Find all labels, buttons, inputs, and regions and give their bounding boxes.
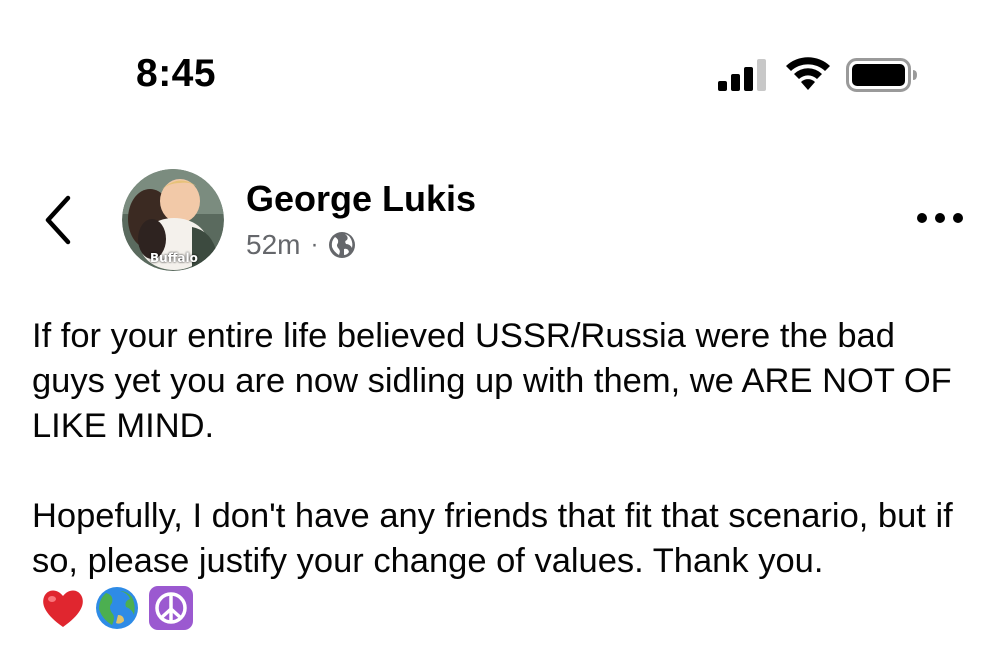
post-paragraph-2: Hopefully, I don't have any friends that…	[32, 494, 972, 631]
status-time: 8:45	[136, 52, 217, 95]
globe-earth-emoji	[96, 586, 138, 629]
post-paragraph-2-text: Hopefully, I don't have any friends that…	[32, 497, 953, 580]
post-meta: 52m ·	[246, 228, 356, 262]
post-paragraph-1: If for your entire life believed USSR/Ru…	[32, 317, 952, 445]
cellular-signal-icon	[718, 59, 766, 91]
battery-icon	[846, 58, 917, 92]
wifi-icon	[786, 57, 830, 90]
red-heart-emoji	[43, 590, 83, 627]
avatar[interactable]: Buffalo	[122, 169, 224, 271]
back-button[interactable]	[38, 192, 82, 248]
author-name[interactable]: George Lukis	[246, 178, 476, 220]
post-body: If for your entire life believed USSR/Ru…	[32, 314, 972, 631]
post-timestamp[interactable]: 52m	[246, 228, 300, 262]
avatar-badge: Buffalo	[150, 251, 198, 265]
globe-icon[interactable]	[328, 231, 356, 259]
meta-separator: ·	[310, 231, 319, 258]
peace-symbol-emoji	[149, 585, 193, 630]
status-bar: 8:45	[0, 0, 1000, 120]
emoji-row	[32, 585, 194, 631]
more-options-button[interactable]	[910, 200, 970, 236]
